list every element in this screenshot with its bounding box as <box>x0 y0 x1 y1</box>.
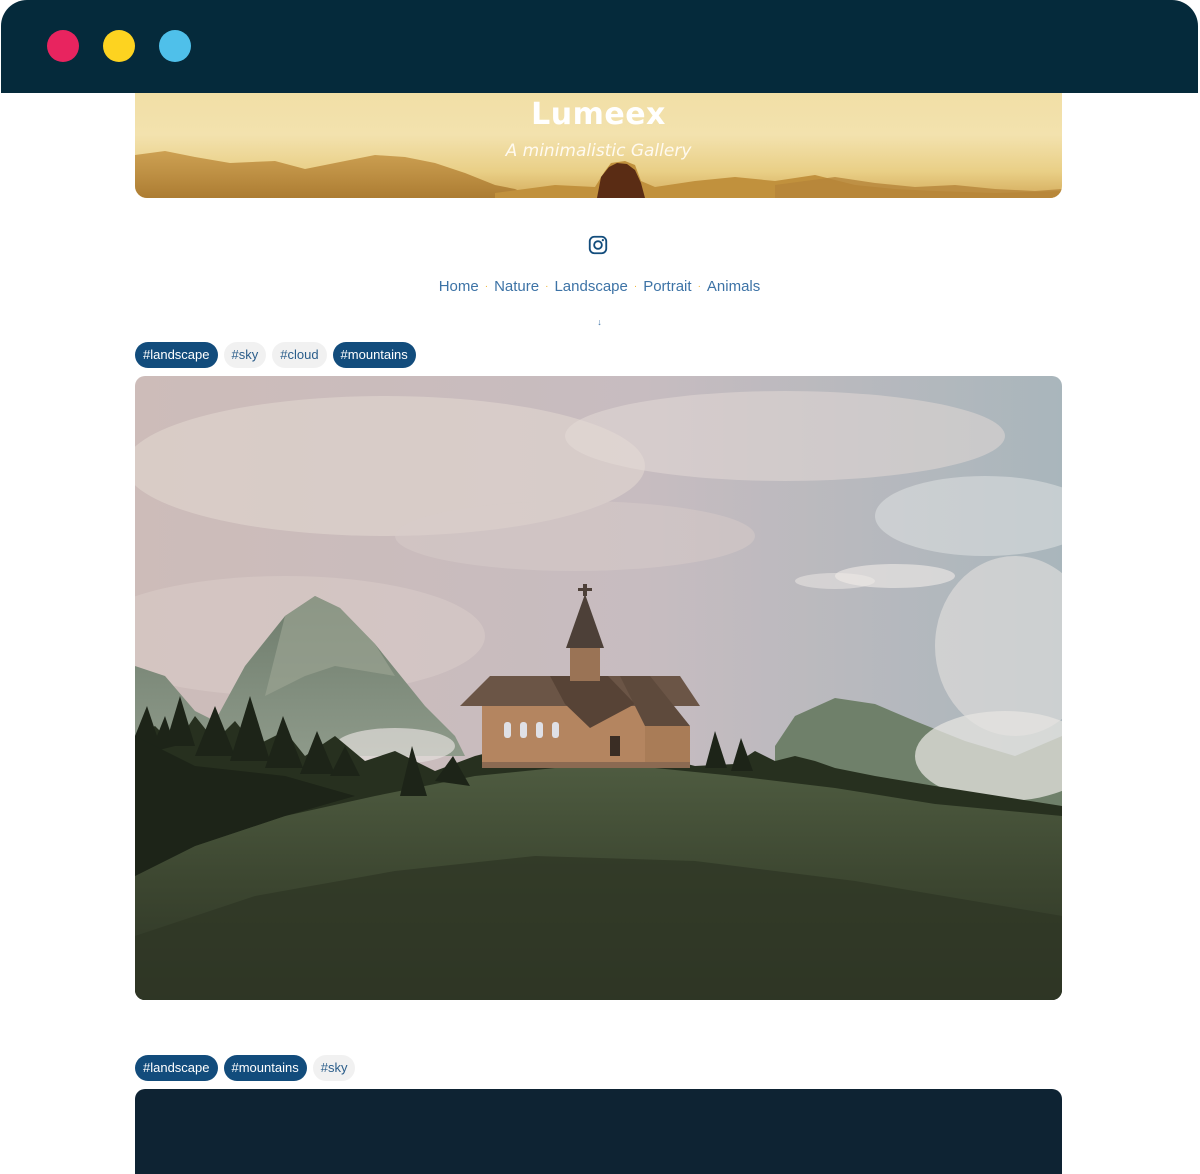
tag-mountains[interactable]: #mountains <box>223 1055 307 1081</box>
window-titlebar <box>1 0 1198 93</box>
nav-item-animals[interactable]: Animals <box>707 278 760 295</box>
photo-tags: #landscape #mountains #sky <box>135 1055 356 1081</box>
tag-cloud[interactable]: #cloud <box>272 342 327 368</box>
tag-mountains[interactable]: #mountains <box>332 342 416 368</box>
tag-landscape[interactable]: #landscape <box>135 342 218 368</box>
gallery-page: Lumeex A minimalistic Gallery Home · Natur… <box>1 93 1198 1174</box>
tag-landscape[interactable]: #landscape <box>135 1055 218 1081</box>
tag-sky[interactable]: #sky <box>312 1055 356 1081</box>
gallery-photo[interactable] <box>135 376 1062 1000</box>
close-window-button[interactable] <box>47 30 79 62</box>
minimize-window-button[interactable] <box>103 30 135 62</box>
gallery-photo[interactable] <box>135 1089 1062 1174</box>
nav-item-home[interactable]: Home <box>439 278 479 295</box>
nav-item-nature[interactable]: Nature <box>494 278 539 295</box>
nav-item-landscape[interactable]: Landscape <box>554 278 627 295</box>
instagram-icon[interactable] <box>587 234 609 256</box>
site-title: Lumeex <box>531 97 666 132</box>
church-photo-image <box>135 376 1062 1000</box>
maximize-window-button[interactable] <box>159 30 191 62</box>
main-nav: Home · Nature · Landscape · Portrait · Animals <box>1 278 1198 295</box>
nav-separator: · <box>697 281 701 292</box>
nav-separator: · <box>545 281 549 292</box>
photo-tags: #landscape #sky #cloud #mountains <box>135 342 416 368</box>
nav-item-portrait[interactable]: Portrait <box>643 278 691 295</box>
scroll-down-icon[interactable]: ↓ <box>1 317 1198 327</box>
nav-separator: · <box>633 281 638 292</box>
hero-banner: Lumeex A minimalistic Gallery <box>135 93 1062 198</box>
site-subtitle: A minimalistic Gallery <box>505 141 692 161</box>
nav-separator: · <box>484 281 489 292</box>
tag-sky[interactable]: #sky <box>223 342 267 368</box>
